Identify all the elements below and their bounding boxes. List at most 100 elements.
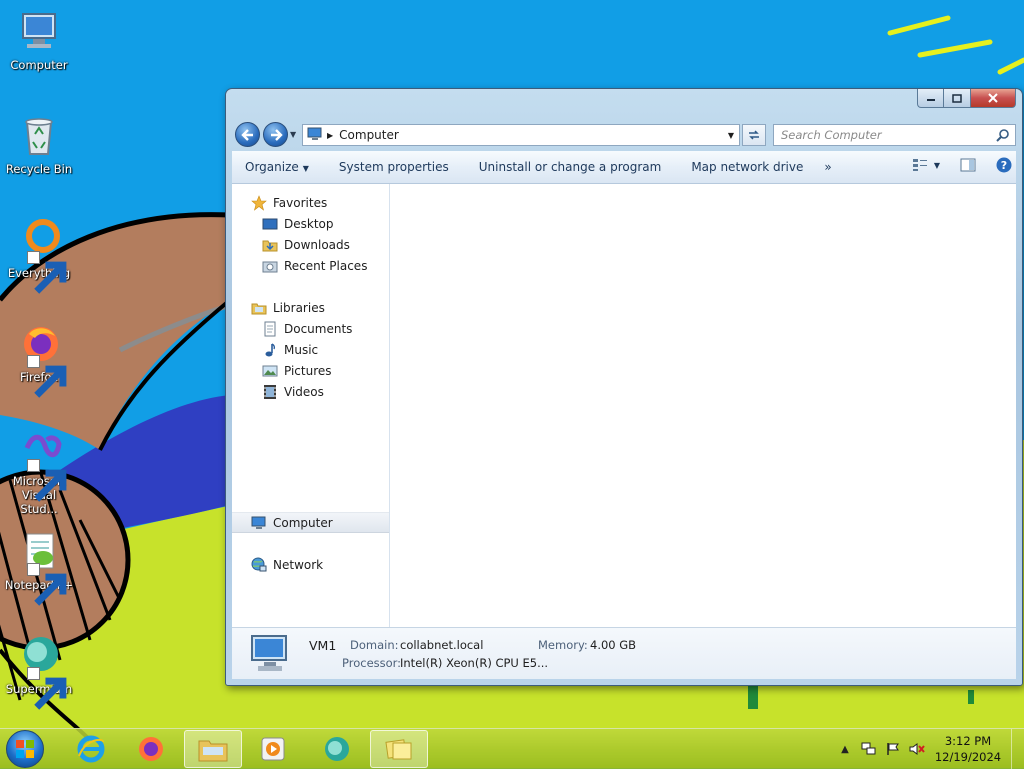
map-network-drive-button[interactable]: Map network drive — [676, 160, 818, 174]
memory-value: 4.00 GB — [590, 638, 637, 652]
nav-item-libraries[interactable]: Libraries — [232, 297, 389, 318]
volume-muted-icon[interactable] — [909, 741, 925, 757]
everything-icon — [15, 216, 67, 294]
processor-value: Intel(R) Xeon(R) CPU E5... — [400, 656, 549, 670]
folder-icon — [198, 740, 228, 762]
domain-value: collabnet.local — [400, 638, 484, 652]
minimize-button[interactable] — [917, 89, 944, 108]
organize-label: Organize — [245, 160, 299, 174]
nav-item-downloads[interactable]: Downloads — [232, 234, 389, 255]
nav-item-pictures[interactable]: Pictures — [232, 360, 389, 381]
firefox-icon — [139, 737, 163, 761]
maximize-icon — [952, 93, 962, 103]
taskbar-supermium[interactable] — [308, 730, 366, 768]
more-commands-button[interactable]: » — [818, 160, 846, 174]
music-icon — [262, 342, 278, 358]
explorer-window[interactable]: ▼ ▶ Computer ▼ Organize▼ System properti… — [225, 88, 1023, 686]
refresh-button[interactable] — [742, 124, 766, 146]
nav-item-documents[interactable]: Documents — [232, 318, 389, 339]
recent-places-icon — [262, 258, 278, 274]
preview-pane-icon[interactable] — [960, 158, 976, 172]
desktop-icon — [262, 216, 278, 232]
supermium-icon — [325, 737, 349, 761]
system-properties-button[interactable]: System properties — [324, 160, 464, 174]
downloads-folder-icon — [262, 237, 278, 253]
nav-item-music[interactable]: Music — [232, 339, 389, 360]
nav-item-computer[interactable]: Computer — [232, 512, 389, 533]
search-input[interactable] — [781, 128, 981, 142]
sticky-notes-icon — [385, 739, 412, 760]
forward-arrow-icon — [270, 128, 283, 141]
clock[interactable]: 3:12 PM 12/19/2024 — [929, 733, 1007, 765]
desktop-icon-everything[interactable]: Everything — [2, 216, 76, 294]
close-icon — [988, 93, 998, 103]
network-connection-icon[interactable] — [861, 741, 877, 757]
memory-label: Memory: — [538, 638, 588, 652]
nav-label: Desktop — [284, 216, 334, 231]
address-dropdown-icon[interactable]: ▼ — [723, 131, 739, 140]
maximize-button[interactable] — [944, 89, 971, 108]
shortcut-arrow-icon — [27, 563, 67, 606]
nav-label: Pictures — [284, 363, 332, 378]
taskbar-internet-explorer[interactable] — [62, 730, 120, 768]
internet-explorer-icon — [77, 735, 105, 763]
view-options-dropdown-icon[interactable]: ▼ — [934, 161, 940, 170]
show-desktop-button[interactable] — [1011, 729, 1024, 769]
shortcut-arrow-icon — [27, 667, 67, 710]
taskbar-windows-explorer[interactable] — [184, 730, 242, 768]
caption-buttons — [917, 89, 1016, 108]
recycle-bin-icon — [15, 112, 63, 160]
desktop-icon-firefox[interactable]: Firefox — [2, 320, 76, 398]
close-button[interactable] — [971, 89, 1016, 108]
desktop-icon-label: Computer — [10, 58, 68, 72]
system-tray: ▲ 3:12 PM 12/19/2024 — [833, 729, 1024, 769]
start-button[interactable] — [6, 730, 44, 768]
desktop-icon-notepad-plus-plus[interactable]: Notepad++ — [2, 528, 76, 606]
forward-button[interactable] — [263, 122, 288, 147]
taskbar-firefox[interactable] — [122, 730, 180, 768]
desktop-icon-supermium[interactable]: Supermium — [2, 632, 76, 710]
clock-time: 3:12 PM — [944, 734, 992, 748]
help-icon[interactable]: ? — [996, 157, 1012, 173]
domain-label: Domain: — [350, 638, 399, 652]
uninstall-program-button[interactable]: Uninstall or change a program — [464, 160, 677, 174]
search-icon[interactable] — [996, 128, 1010, 145]
desktop-icon-label: Recycle Bin — [5, 162, 73, 176]
network-icon — [251, 557, 267, 573]
shortcut-arrow-icon — [27, 459, 67, 502]
change-view-icon[interactable] — [912, 158, 928, 172]
search-box[interactable] — [773, 124, 1016, 146]
nav-item-recent-places[interactable]: Recent Places — [232, 255, 389, 276]
nav-item-favorites[interactable]: Favorites — [232, 192, 389, 213]
nav-item-videos[interactable]: Videos — [232, 381, 389, 402]
show-hidden-icons-icon[interactable]: ▲ — [837, 741, 853, 757]
nav-label: Network — [273, 557, 324, 572]
nav-item-network[interactable]: Network — [232, 554, 389, 575]
organize-button[interactable]: Organize ▼ — [232, 160, 324, 174]
computer-name: VM1 — [309, 638, 337, 653]
recent-pages-dropdown[interactable]: ▼ — [290, 130, 296, 139]
processor-label: Processor: — [342, 656, 402, 670]
action-center-flag-icon[interactable] — [885, 741, 901, 757]
libraries-icon — [251, 300, 267, 316]
desktop-icon-visual-studio[interactable]: Microsoft Visual Stud... — [2, 424, 76, 516]
nav-label: Documents — [284, 321, 353, 336]
breadcrumb-separator-icon[interactable]: ▶ — [327, 131, 333, 140]
notepad-plus-plus-icon — [15, 528, 67, 606]
shortcut-arrow-icon — [27, 355, 67, 398]
supermium-icon — [15, 632, 67, 710]
svg-text:?: ? — [1001, 159, 1007, 172]
computer-icon — [15, 8, 63, 56]
nav-item-desktop[interactable]: Desktop — [232, 213, 389, 234]
nav-label: Computer — [273, 515, 333, 530]
address-bar[interactable]: ▶ Computer ▼ — [302, 124, 740, 146]
taskbar-media-player[interactable] — [244, 730, 302, 768]
videos-icon — [262, 384, 278, 400]
back-button[interactable] — [235, 122, 260, 147]
nav-label: Music — [284, 342, 319, 357]
content-pane[interactable] — [390, 184, 1016, 627]
desktop-icon-computer[interactable]: Computer — [2, 8, 76, 72]
desktop-icon-recycle-bin[interactable]: Recycle Bin — [2, 112, 76, 176]
taskbar-sticky-notes[interactable] — [370, 730, 428, 768]
command-bar: Organize ▼ System properties Uninstall or… — [232, 151, 1016, 184]
